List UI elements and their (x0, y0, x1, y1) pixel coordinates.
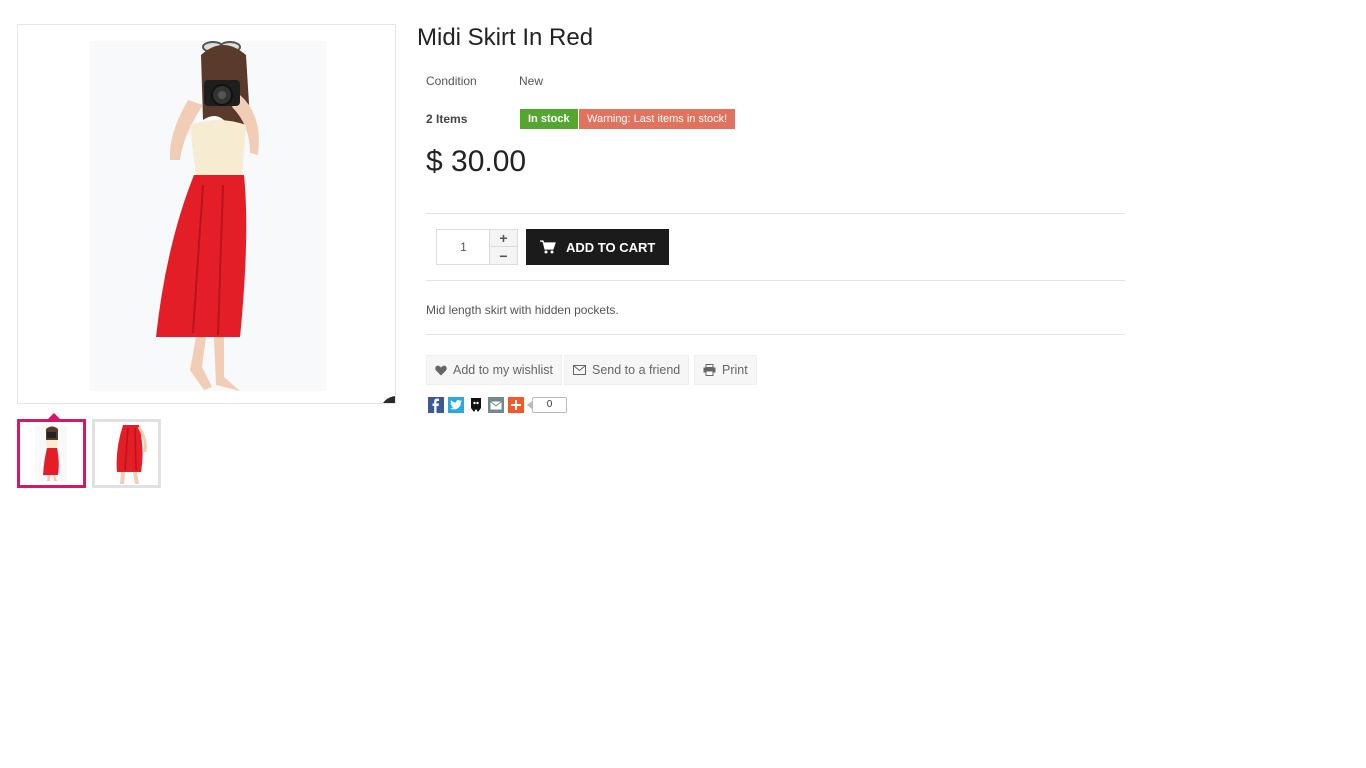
thumbnail-image (116, 425, 147, 484)
email-icon[interactable] (488, 397, 504, 413)
quantity-decrease-button[interactable]: − (489, 247, 518, 265)
send-to-friend-button[interactable]: Send to a friend (564, 355, 690, 385)
print-label: Print (722, 363, 748, 377)
facebook-icon[interactable] (428, 397, 444, 413)
quantity-number: 2 (426, 112, 433, 126)
wishlist-label: Add to my wishlist (453, 363, 554, 377)
thumbnail-1[interactable] (17, 413, 86, 488)
heart-icon (435, 365, 447, 375)
condition-value: New (519, 74, 544, 88)
envelope-icon (573, 365, 586, 375)
shopping-cart-icon (540, 240, 556, 254)
social-share-bar: 0 (428, 397, 567, 413)
in-stock-badge: In stock (520, 109, 578, 129)
thumbnail-image (35, 425, 67, 482)
divider (426, 213, 1125, 214)
pinterest-icon[interactable] (468, 397, 484, 413)
divider (426, 280, 1125, 281)
thumbnail-list (17, 413, 161, 488)
product-title: Midi Skirt In Red (417, 24, 594, 51)
divider (426, 334, 1125, 335)
twitter-icon[interactable] (448, 397, 464, 413)
product-main-image[interactable] (17, 24, 396, 404)
plus-icon: + (499, 230, 508, 246)
add-to-cart-button[interactable]: ADD TO CART (526, 229, 669, 265)
add-to-wishlist-button[interactable]: Add to my wishlist (426, 355, 563, 385)
print-button[interactable]: Print (694, 355, 757, 385)
send-to-friend-label: Send to a friend (592, 363, 681, 377)
quantity-increase-button[interactable]: + (489, 229, 518, 247)
minus-icon: − (499, 247, 508, 264)
quantity-available: 2 Items (426, 112, 467, 126)
last-items-warning-badge: Warning: Last items in stock! (579, 109, 736, 129)
model-photo (156, 41, 259, 391)
thumbnail-2[interactable] (92, 419, 161, 488)
product-price: $ 30.00 (426, 145, 527, 178)
share-count: 0 (527, 397, 567, 413)
product-short-description: Mid length skirt with hidden pockets. (426, 303, 619, 317)
condition-label: Condition (426, 74, 477, 88)
quantity-unit: Items (436, 112, 468, 126)
quantity-input[interactable] (436, 229, 490, 265)
printer-icon (703, 364, 716, 376)
add-to-cart-label: ADD TO CART (566, 239, 656, 255)
addthis-plus-icon[interactable] (508, 397, 524, 413)
